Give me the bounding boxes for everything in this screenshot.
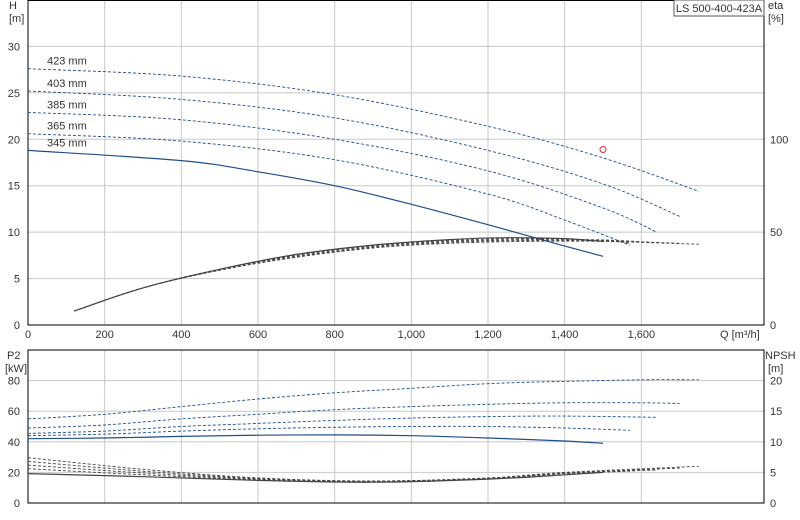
x-tick-5: 1,000: [398, 329, 426, 341]
head-curve-label-1: 403 mm: [47, 78, 87, 90]
lower-plot-frame: [27, 349, 765, 504]
head-curve-0: [27, 68, 699, 192]
head-curve-label-0: 423 mm: [47, 56, 87, 68]
series-layer: [27, 68, 699, 483]
efficiency-curve-2: [73, 238, 657, 312]
lower-y-left-tick-3: 60: [8, 406, 20, 418]
lower-y-right-unit: [m]: [768, 363, 783, 375]
x-tick-8: 1,600: [628, 329, 656, 341]
power-curve-0: [27, 379, 699, 420]
lower-y-left-unit: [kW]: [5, 363, 27, 375]
efficiency-curve-3: [73, 239, 680, 312]
upper-y-left-tick-6: 30: [8, 41, 20, 53]
lower-y-right-tick-0: 0: [770, 498, 776, 510]
x-tick-3: 600: [249, 329, 267, 341]
lower-y-left-tick-4: 80: [8, 376, 20, 388]
lower-y-left-tick-1: 20: [8, 467, 20, 479]
lower-y-right-tick-4: 20: [770, 376, 782, 388]
x-tick-2: 400: [172, 329, 190, 341]
upper-y-left-tick-3: 15: [8, 181, 20, 193]
lower-y-right-tick-1: 5: [770, 467, 776, 479]
x-tick-0: 0: [25, 329, 31, 341]
upper-y-right-unit: [%]: [768, 13, 784, 25]
x-tick-6: 1,200: [474, 329, 502, 341]
head-curve-3: [27, 133, 630, 246]
grid-layer: [27, 0, 764, 504]
lower-y-right-label: NPSH: [765, 350, 796, 362]
lower-y-left-label: P2: [7, 350, 20, 362]
duty-point-marker: [599, 146, 607, 153]
upper-y-left-tick-5: 25: [8, 88, 20, 100]
npsh-curve-4: [27, 457, 699, 482]
upper-y-right-label: eta: [768, 0, 784, 12]
x-tick-4: 800: [325, 329, 343, 341]
upper-y-right-tick-1: 50: [770, 227, 782, 239]
head-curve-label-3: 365 mm: [47, 121, 87, 133]
x-axis-label: Q [m³/h]: [720, 329, 760, 341]
lower-y-left-tick-2: 40: [8, 437, 20, 449]
head-curve-label-4: 345 mm: [47, 137, 87, 149]
x-tick-7: 1,400: [551, 329, 579, 341]
upper-y-left-tick-2: 10: [8, 227, 20, 239]
power-curve-1: [27, 402, 680, 429]
pump-performance-chart: 0510152025300501000 200 400 600 800 1,000 1,20…: [5, 0, 796, 510]
model-label-text: LS 500-400-423A: [676, 3, 763, 15]
lower-y-right-tick-3: 15: [770, 406, 782, 418]
frame-layer: [27, 0, 765, 504]
upper-y-left-tick-1: 5: [14, 274, 20, 286]
label-layer: 0510152025300501000 200 400 600 800 1,000 1,20…: [8, 41, 789, 510]
upper-y-left-unit: [m]: [9, 13, 24, 25]
head-curve-1: [27, 90, 680, 217]
lower-y-right-tick-2: 10: [770, 437, 782, 449]
head-curve-label-2: 385 mm: [47, 99, 87, 111]
upper-y-left-tick-4: 20: [8, 134, 20, 146]
power-curve-3: [27, 425, 630, 437]
upper-y-right-tick-2: 100: [770, 134, 788, 146]
efficiency-curve-4: [73, 240, 699, 312]
head-curve-2: [27, 111, 657, 233]
upper-y-right-tick-0: 0: [770, 320, 776, 332]
lower-y-left-tick-0: 0: [14, 498, 20, 510]
x-tick-1: 200: [95, 329, 113, 341]
upper-plot-frame: [27, 0, 765, 326]
upper-y-left-tick-0: 0: [14, 320, 20, 332]
model-label: LS 500-400-423A: [673, 0, 765, 17]
upper-y-left-label: H: [9, 0, 17, 12]
power-curve-2: [27, 415, 657, 434]
efficiency-curve-0: [73, 237, 604, 312]
